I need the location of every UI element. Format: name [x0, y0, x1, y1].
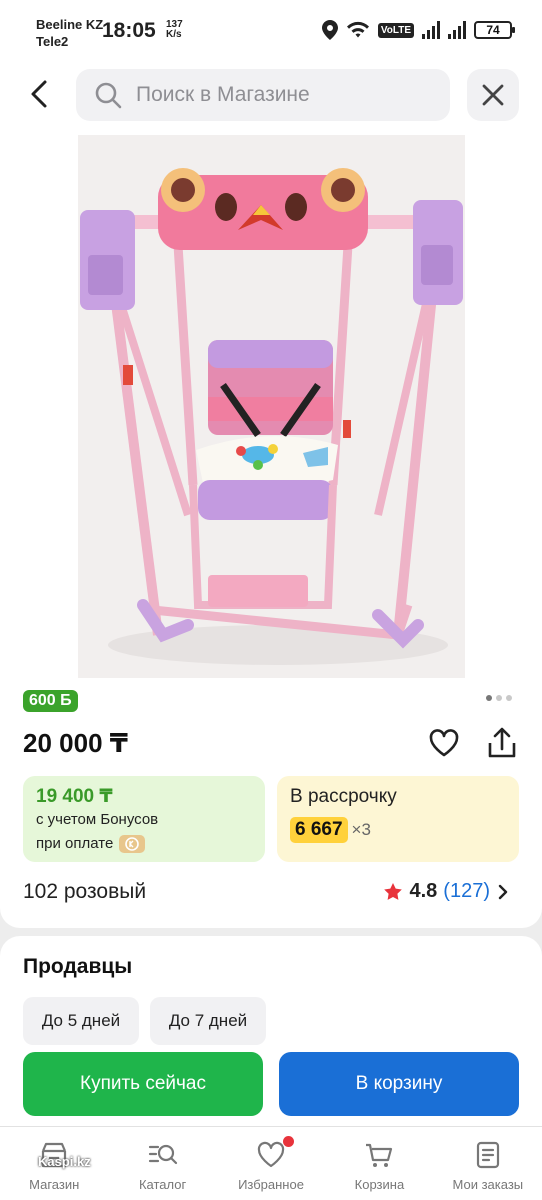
watermark-text: Kaspi.kz	[38, 1153, 91, 1169]
installment-amount: 6 667	[290, 817, 348, 843]
nav-item-catalog[interactable]: Каталог	[108, 1127, 216, 1200]
catalog-search-icon	[148, 1144, 177, 1165]
volte-badge: VoLTE	[377, 22, 414, 38]
cart-icon	[366, 1143, 393, 1167]
sellers-title: Продавцы	[23, 955, 133, 978]
installment-row: 6 667 ×3	[290, 817, 506, 843]
bonus-price-box[interactable]: 19 400 ₸ с учетом Бонусов при оплате	[23, 776, 265, 862]
network-speed: 137 K/s	[166, 20, 183, 40]
chevron-left-icon	[31, 80, 47, 108]
nav-label-shop: Магазин	[29, 1177, 80, 1192]
delivery-filter-chip[interactable]: До 7 дней	[150, 997, 266, 1045]
status-bar: Beeline KZ Tele2 18:05 137 K/s VoLTE 74	[0, 0, 542, 60]
kaspi-coin-icon	[119, 835, 146, 853]
carrier-names: Beeline KZ Tele2	[36, 16, 103, 50]
search-header	[0, 60, 542, 130]
carrier-1: Beeline KZ	[36, 17, 104, 32]
product-image[interactable]	[78, 135, 465, 678]
bonus-payment-note: при оплате	[36, 832, 252, 856]
buy-now-button[interactable]: Купить сейчас	[23, 1052, 263, 1116]
star-icon	[384, 882, 403, 900]
nav-label-cart: Корзина	[354, 1177, 405, 1192]
share-icon	[488, 727, 516, 758]
signal-icon	[422, 21, 440, 39]
product-variant: 102 розовый	[23, 880, 147, 903]
bonus-badge: 600 Б	[23, 690, 78, 712]
nav-item-favorites[interactable]: Избранное	[217, 1127, 325, 1200]
speed-unit: K/s	[166, 29, 182, 40]
close-button[interactable]	[467, 69, 519, 121]
signal-icon-2	[448, 21, 466, 39]
carrier-2: Tele2	[36, 34, 69, 49]
nav-item-cart[interactable]: Корзина	[325, 1127, 433, 1200]
orders-icon	[476, 1141, 499, 1169]
nav-label-orders: Мои заказы	[452, 1177, 524, 1192]
system-icons: VoLTE 74	[321, 20, 515, 40]
clock: 18:05	[102, 19, 156, 42]
close-icon	[482, 84, 504, 106]
installment-multiplier: ×3	[351, 820, 371, 839]
rating-link[interactable]: 4.8 (127)	[383, 880, 510, 903]
location-icon	[321, 20, 338, 40]
favorite-button[interactable]	[428, 727, 460, 759]
add-to-cart-button[interactable]: В корзину	[279, 1052, 519, 1116]
installment-title: В рассрочку	[290, 786, 397, 807]
nav-label-catalog: Каталог	[138, 1177, 187, 1192]
heart-icon	[257, 1141, 285, 1168]
kaspi-logo-icon	[18, 1153, 34, 1169]
heart-icon	[429, 729, 459, 757]
wifi-icon	[346, 21, 369, 38]
pagination-dot	[496, 695, 502, 701]
image-pagination	[486, 695, 512, 701]
battery-icon: 74	[474, 21, 515, 39]
nav-item-orders[interactable]: Мои заказы	[434, 1127, 542, 1200]
rating-value: 4.8	[409, 880, 438, 902]
swing-illustration	[78, 135, 465, 678]
back-button[interactable]	[22, 76, 58, 112]
search-bar[interactable]	[76, 69, 450, 121]
kaspi-watermark: Kaspi.kz	[18, 1153, 91, 1169]
product-card: 600 Б 20 000 ₸ 19 400 ₸ с учетом Бонусов…	[0, 130, 542, 928]
chevron-right-icon	[498, 884, 508, 899]
review-count: (127)	[443, 880, 490, 902]
installment-box[interactable]: В рассрочку 6 667 ×3	[277, 776, 519, 862]
nav-label-favorites: Избранное	[238, 1177, 304, 1192]
bonus-price: 19 400 ₸	[36, 786, 113, 807]
pagination-dot	[506, 695, 512, 701]
notification-dot	[282, 1136, 294, 1147]
search-icon	[95, 82, 122, 109]
pagination-dot-active	[486, 695, 492, 701]
search-input[interactable]	[136, 83, 436, 107]
delivery-filter-chip[interactable]: До 5 дней	[23, 997, 139, 1045]
product-price: 20 000 ₸	[23, 728, 128, 758]
share-button[interactable]	[486, 726, 518, 760]
bonus-note: с учетом Бонусов	[36, 811, 159, 828]
bonus-payment-label: при оплате	[36, 835, 114, 852]
